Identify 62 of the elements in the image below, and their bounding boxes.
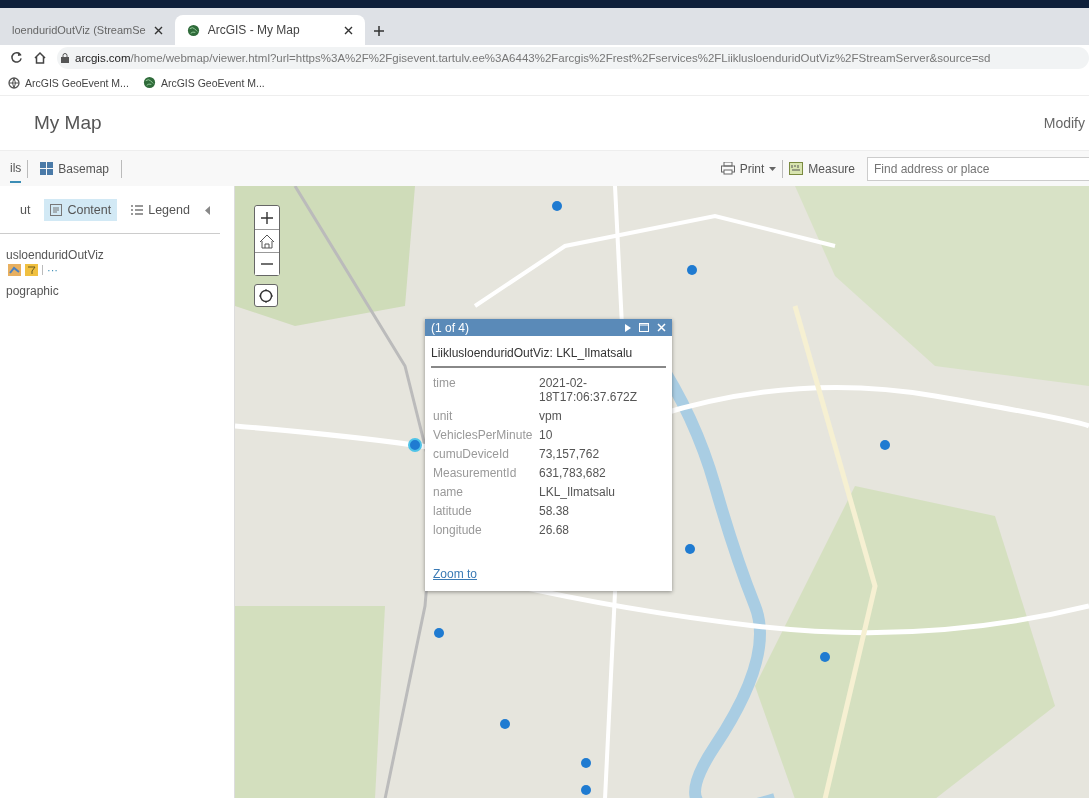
next-icon[interactable] xyxy=(625,323,631,332)
field-value: vpm xyxy=(539,409,563,423)
field-label: name xyxy=(433,485,465,499)
home-icon xyxy=(259,233,275,249)
panel-tab[interactable]: Content xyxy=(44,199,118,221)
locate-button[interactable] xyxy=(254,284,278,307)
bookmark[interactable]: ArcGIS GeoEvent M... xyxy=(142,76,265,89)
bookmark[interactable]: ArcGIS GeoEvent M... xyxy=(8,76,129,89)
printer-icon xyxy=(720,162,735,175)
reload-icon[interactable] xyxy=(10,51,23,64)
popup-counter: (1 of 4) xyxy=(431,320,470,335)
more-options[interactable]: ··· xyxy=(47,264,58,276)
popup-title: LiiklusloenduridOutViz: LKL_Ilmatsalu xyxy=(431,342,666,368)
maximize-icon[interactable] xyxy=(639,323,649,332)
field-label: unit xyxy=(433,409,454,423)
globe-icon xyxy=(8,76,20,89)
home-icon[interactable] xyxy=(33,50,47,65)
modify-link[interactable]: Modify xyxy=(1043,115,1085,131)
browser-tab[interactable]: loenduridOutViz (StreamSe xyxy=(0,15,175,45)
panel-tab[interactable]: ut xyxy=(14,199,37,221)
zoom-out-button[interactable] xyxy=(255,252,279,275)
basemap-button[interactable]: Basemap xyxy=(34,161,116,176)
field-value: 58.38 xyxy=(539,504,571,518)
globe-icon xyxy=(142,76,156,89)
field-label: longitude xyxy=(433,523,483,537)
browser-tab[interactable]: ArcGIS - My Map xyxy=(174,15,365,45)
field-value: 631,783,682 xyxy=(539,466,607,480)
caret-icon xyxy=(769,166,777,171)
minus-icon xyxy=(261,263,273,265)
lock-icon xyxy=(61,52,69,63)
close-icon[interactable] xyxy=(153,25,163,35)
measure-button[interactable]: Measure xyxy=(783,161,861,176)
address-bar[interactable]: arcgis.com/home/webmap/viewer.html?url=https%3A%2F%2Fgisevent.tartulv.ee%3A6443%2Farcgis%2Frest%2Fservices%2FLiiklusloenduridOutViz%2FStreamServer&source=sd xyxy=(57,46,1089,69)
field-value: 26.68 xyxy=(539,523,571,537)
home-button[interactable] xyxy=(255,229,279,252)
field-label: time xyxy=(433,376,457,392)
search-field[interactable]: Find address or place xyxy=(867,156,1089,181)
list-icon xyxy=(131,204,144,216)
field-value: 73,157,762 xyxy=(539,447,601,461)
new-tab-icon[interactable] xyxy=(372,25,385,37)
globe-icon xyxy=(186,23,200,37)
field-label: cumuDeviceId xyxy=(433,447,511,461)
field-label: latitude xyxy=(433,504,473,518)
layer-name[interactable]: pographic xyxy=(0,278,234,298)
field-label: VehiclesPerMinute xyxy=(433,428,534,442)
layer-name[interactable]: usloenduridOutViz xyxy=(0,242,234,262)
collapse-icon[interactable] xyxy=(205,205,210,215)
close-icon[interactable] xyxy=(343,25,353,35)
plus-icon xyxy=(261,211,273,224)
locate-icon xyxy=(259,288,273,303)
field-label: MeasurementId xyxy=(433,466,518,480)
content-icon xyxy=(50,204,63,216)
map-title: My Map xyxy=(34,112,102,134)
ruler-icon xyxy=(789,162,804,175)
details-tab[interactable]: ils xyxy=(10,154,22,183)
zoom-to-link[interactable]: Zoom to xyxy=(433,567,477,581)
print-button[interactable]: Print xyxy=(714,161,783,176)
field-value: LKL_Ilmatsalu xyxy=(539,485,617,499)
grid-icon xyxy=(40,162,54,175)
field-value: 2021-02-18T17:06:37.672Z xyxy=(539,376,639,404)
field-value: 10 xyxy=(539,428,554,442)
panel-tab[interactable]: Legend xyxy=(125,199,196,221)
